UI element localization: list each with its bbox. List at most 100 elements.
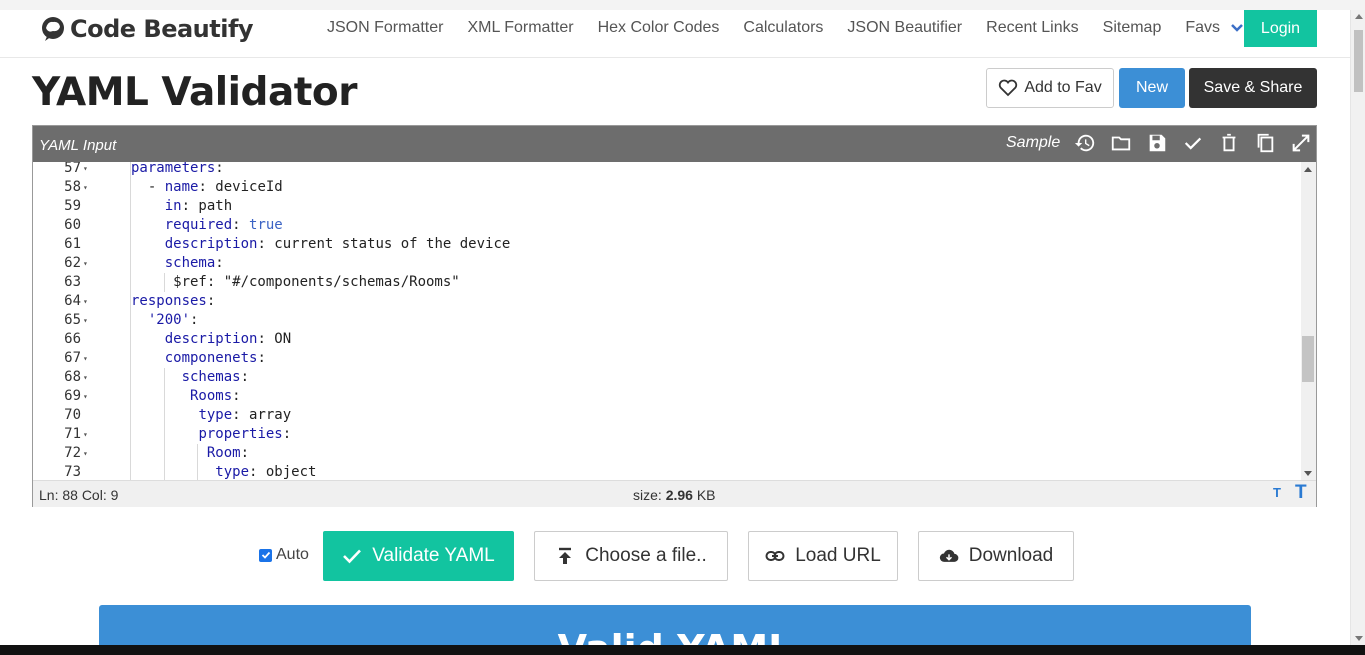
fold-arrow-icon[interactable]: ▾: [83, 387, 88, 406]
choose-file-button[interactable]: Choose a file..: [534, 531, 728, 581]
code-line: 68 ▾ schemas:: [33, 368, 1301, 387]
auto-toggle[interactable]: Auto: [259, 546, 309, 564]
validation-result-banner: Valid YAML: [99, 605, 1251, 650]
file-size: size: 2.96 KB: [633, 487, 716, 503]
code-line: 65 ▾ '200':: [33, 311, 1301, 330]
copy-icon[interactable]: [1253, 131, 1277, 155]
os-taskbar: [0, 645, 1365, 655]
code-token: : array: [232, 407, 292, 423]
code-line: 57 ▾ parameters:: [33, 162, 1301, 178]
chevron-down-icon: [1231, 24, 1243, 32]
site-logo[interactable]: Code Beautify: [38, 12, 254, 46]
load-url-label: Load URL: [795, 545, 881, 566]
load-url-button[interactable]: Load URL: [748, 531, 898, 581]
login-button[interactable]: Login: [1244, 10, 1317, 47]
validate-yaml-button[interactable]: Validate YAML: [323, 531, 514, 581]
fold-arrow-icon[interactable]: ▾: [83, 425, 88, 444]
add-to-fav-label: Add to Fav: [1024, 79, 1102, 96]
line-number: 64: [64, 293, 81, 309]
nav-recent-links[interactable]: Recent Links: [986, 19, 1079, 37]
check-icon: [343, 549, 362, 564]
file-size-label: size:: [633, 487, 666, 503]
page-title: YAML Validator: [32, 70, 357, 115]
line-number: 70: [64, 407, 81, 423]
page-scrollbar[interactable]: [1350, 10, 1365, 645]
fold-arrow-icon[interactable]: ▾: [83, 349, 88, 368]
code-line: 61 description: current status of the dev…: [33, 235, 1301, 254]
code-area[interactable]: 57 ▾ parameters: 58 ▾ - name: deviceId 59 in: p…: [33, 162, 1316, 480]
link-icon: [765, 551, 785, 561]
editor-scroll-up-icon[interactable]: [1304, 167, 1312, 172]
code-line: 69 ▾ Rooms:: [33, 387, 1301, 406]
code-token: name: [164, 179, 199, 195]
code-token: :: [232, 217, 250, 233]
code-token: :: [206, 293, 216, 309]
editor-scroll-thumb[interactable]: [1302, 336, 1314, 382]
add-to-fav-button[interactable]: Add to Fav: [986, 68, 1114, 108]
heart-icon: [999, 79, 1018, 97]
check-icon[interactable]: [1181, 131, 1205, 155]
code-token: required: [164, 217, 233, 233]
code-text: Room:: [207, 444, 249, 463]
choose-file-label: Choose a file..: [585, 545, 707, 566]
code-line: 60 required: true: [33, 216, 1301, 235]
brain-logo-icon: [42, 17, 64, 41]
site-header: Code Beautify JSON Formatter XML Formatt…: [0, 10, 1350, 58]
editor-scrollbar[interactable]: [1301, 162, 1316, 480]
font-smaller-icon[interactable]: T: [1273, 485, 1281, 500]
nav-favs[interactable]: Favs: [1185, 19, 1244, 37]
fold-arrow-icon[interactable]: ▾: [83, 311, 88, 330]
new-button[interactable]: New: [1119, 68, 1185, 108]
code-line: 58 ▾ - name: deviceId: [33, 178, 1301, 197]
code-line: 71 ▾ properties:: [33, 425, 1301, 444]
upload-icon: [559, 547, 572, 564]
folder-icon[interactable]: [1109, 131, 1133, 155]
nav-xml-formatter[interactable]: XML Formatter: [467, 19, 573, 37]
code-line: 62 ▾ schema:: [33, 254, 1301, 273]
code-text: componenets:: [165, 349, 266, 368]
editor-tools: [1073, 131, 1313, 155]
fold-arrow-icon[interactable]: ▾: [83, 162, 88, 178]
fold-arrow-icon[interactable]: ▾: [83, 178, 88, 197]
line-number: 58: [64, 179, 81, 195]
code-token: componenets: [164, 350, 258, 366]
indent-guide: [163, 406, 165, 425]
download-button[interactable]: Download: [918, 531, 1074, 581]
fold-arrow-icon[interactable]: ▾: [83, 292, 88, 311]
code-token: :: [240, 445, 250, 461]
fold-arrow-icon[interactable]: ▾: [83, 368, 88, 387]
fold-arrow-icon[interactable]: ▾: [83, 444, 88, 463]
sample-link[interactable]: Sample: [1006, 134, 1060, 152]
nav-sitemap[interactable]: Sitemap: [1103, 19, 1162, 37]
editor-scroll-down-icon[interactable]: [1304, 471, 1312, 476]
save-share-button[interactable]: Save & Share: [1189, 68, 1317, 108]
favs-label: Favs: [1185, 19, 1221, 36]
code-text: required: true: [165, 216, 283, 235]
nav-calculators[interactable]: Calculators: [743, 19, 823, 37]
code-token: :: [215, 162, 224, 176]
brand-name: Code Beautify: [70, 15, 254, 43]
line-number: 66: [64, 331, 81, 347]
nav-json-formatter[interactable]: JSON Formatter: [327, 19, 443, 37]
scroll-up-arrow-icon[interactable]: [1355, 14, 1363, 19]
fold-arrow-icon[interactable]: ▾: [83, 254, 88, 273]
code-token: Rooms: [190, 388, 233, 404]
code-text: parameters:: [131, 162, 224, 178]
code-token: '200': [147, 312, 191, 328]
auto-checkbox[interactable]: [259, 548, 272, 562]
line-number: 59: [64, 198, 81, 214]
line-number: 61: [64, 236, 81, 252]
browser-top-strip: [0, 0, 1365, 10]
nav-json-beautifier[interactable]: JSON Beautifier: [847, 19, 962, 37]
page-scroll-thumb[interactable]: [1354, 30, 1363, 92]
font-larger-icon[interactable]: T: [1295, 482, 1307, 504]
code-token: schemas: [181, 369, 241, 385]
trash-icon[interactable]: [1217, 131, 1241, 155]
nav-hex-color-codes[interactable]: Hex Color Codes: [598, 19, 720, 37]
code-line: 67 ▾ componenets:: [33, 349, 1301, 368]
expand-icon[interactable]: [1289, 131, 1313, 155]
code-token: :: [282, 426, 292, 442]
scroll-down-arrow-icon[interactable]: [1355, 636, 1363, 641]
save-icon[interactable]: [1145, 131, 1169, 155]
history-icon[interactable]: [1073, 131, 1097, 155]
